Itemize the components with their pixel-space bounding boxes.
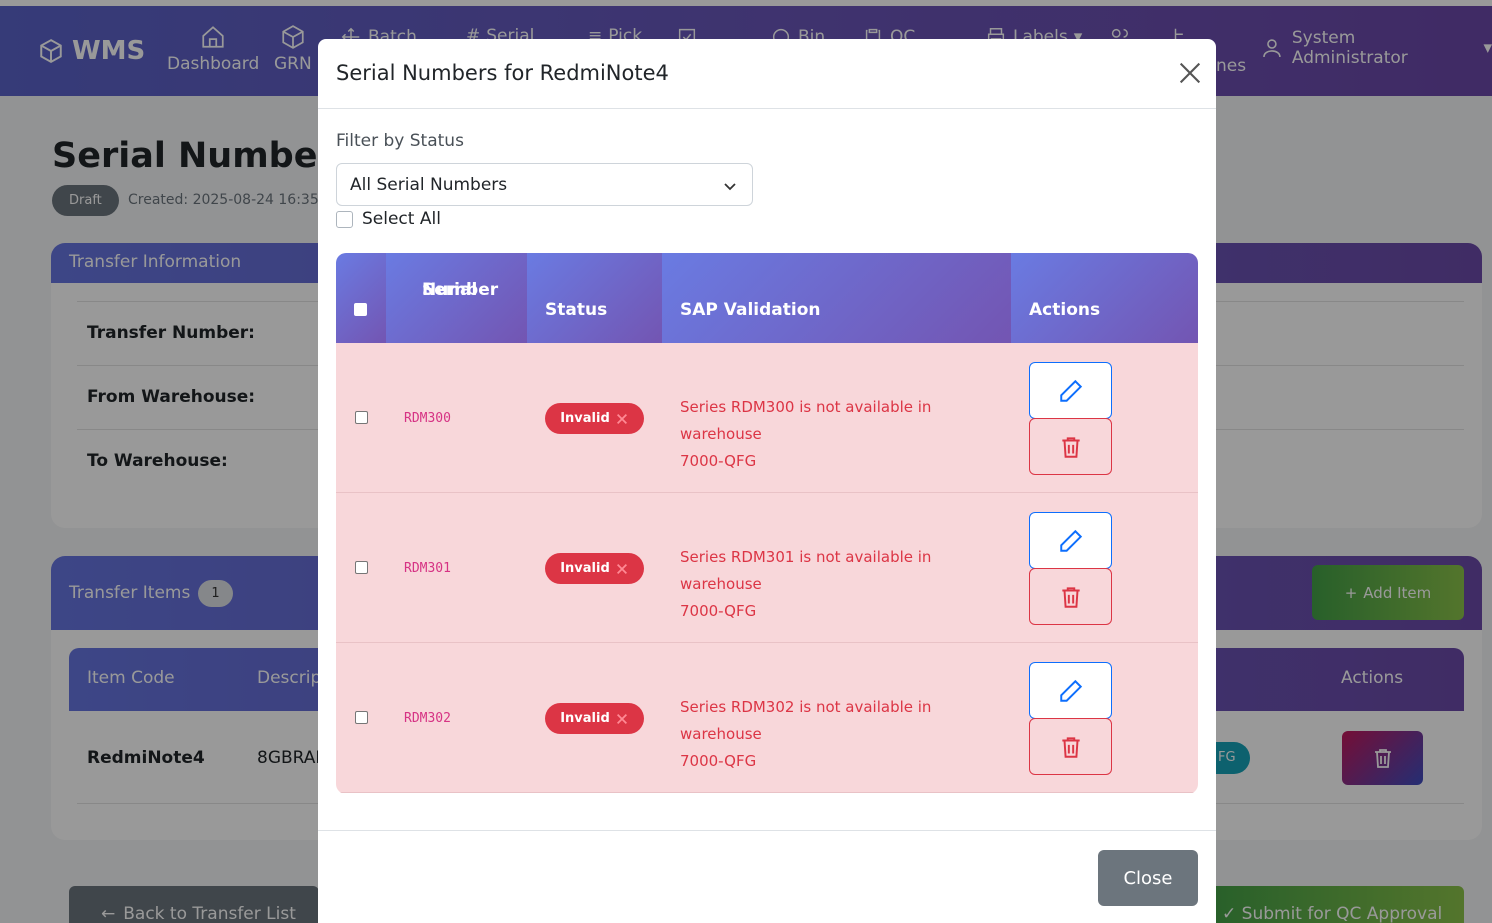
trash-icon (1061, 736, 1080, 758)
sap-line1: Series RDM301 is not available in wareho… (680, 548, 932, 593)
trash-icon (1061, 586, 1080, 608)
row-checkbox[interactable] (355, 411, 368, 424)
serial-row: RDM301 Invalid Series RDM301 is not avai… (336, 493, 1198, 643)
delete-button[interactable] (1029, 418, 1112, 475)
col-serial-number: Serial Number (386, 253, 527, 343)
col-status: Status (527, 253, 662, 343)
edit-button[interactable] (1029, 662, 1112, 719)
col-status-label: Status (545, 300, 608, 320)
sap-line2: 7000-QFG (680, 602, 757, 620)
sap-line1: Series RDM302 is not available in wareho… (680, 698, 932, 743)
chevron-down-icon (724, 183, 736, 191)
serial-numbers-modal: Serial Numbers for RedmiNote4 Filter by … (318, 39, 1216, 923)
pencil-icon (1059, 529, 1082, 552)
pencil-icon (1059, 679, 1082, 702)
serial-number: RDM300 (404, 411, 451, 426)
header-checkbox[interactable] (354, 303, 367, 316)
row-checkbox[interactable] (355, 711, 368, 724)
header-checkbox-cell (336, 253, 386, 343)
status-label: Invalid (560, 561, 610, 576)
sap-validation-message: Series RDM301 is not available in wareho… (680, 544, 1000, 625)
sap-validation-message: Series RDM302 is not available in wareho… (680, 694, 1000, 775)
status-badge-invalid: Invalid (545, 553, 644, 584)
status-badge-invalid: Invalid (545, 403, 644, 434)
row-checkbox[interactable] (355, 561, 368, 574)
trash-icon (1061, 436, 1080, 458)
serial-row: RDM300 Invalid Series RDM300 is not avai… (336, 343, 1198, 493)
modal-header: Serial Numbers for RedmiNote4 (318, 39, 1216, 109)
x-icon (616, 563, 627, 574)
col-sap-validation: SAP Validation (662, 253, 1011, 343)
col-actions: Actions (1011, 253, 1198, 343)
serial-table: Serial Number Status SAP Validation Actio… (336, 253, 1198, 794)
status-filter-value: All Serial Numbers (350, 175, 508, 195)
status-filter-select[interactable]: All Serial Numbers (336, 163, 753, 206)
select-all-checkbox[interactable] (336, 210, 353, 228)
serial-table-header: Serial Number Status SAP Validation Actio… (336, 253, 1198, 343)
select-all-label: Select All (362, 209, 441, 229)
x-icon (616, 413, 627, 424)
serial-row: RDM302 Invalid Series RDM302 is not avai… (336, 643, 1198, 793)
select-all-control[interactable]: Select All (336, 209, 441, 229)
delete-button[interactable] (1029, 718, 1112, 775)
sap-validation-message: Series RDM300 is not available in wareho… (680, 394, 1000, 475)
modal-footer: Close (318, 830, 1216, 923)
col-serial-line2: Number (422, 280, 499, 300)
sap-line2: 7000-QFG (680, 752, 757, 770)
delete-button[interactable] (1029, 568, 1112, 625)
pencil-icon (1059, 379, 1082, 402)
sap-line2: 7000-QFG (680, 452, 757, 470)
status-label: Invalid (560, 711, 610, 726)
serial-number: RDM302 (404, 711, 451, 726)
x-icon (616, 713, 627, 724)
edit-button[interactable] (1029, 512, 1112, 569)
filter-label: Filter by Status (336, 131, 464, 151)
close-button[interactable]: Close (1098, 850, 1198, 906)
modal-title: Serial Numbers for RedmiNote4 (336, 61, 669, 85)
col-actions-label: Actions (1029, 300, 1101, 320)
serial-number: RDM301 (404, 561, 451, 576)
col-sap-label: SAP Validation (680, 300, 821, 320)
sap-line1: Series RDM300 is not available in wareho… (680, 398, 932, 443)
close-icon[interactable] (1176, 59, 1204, 87)
status-badge-invalid: Invalid (545, 703, 644, 734)
status-label: Invalid (560, 411, 610, 426)
edit-button[interactable] (1029, 362, 1112, 419)
